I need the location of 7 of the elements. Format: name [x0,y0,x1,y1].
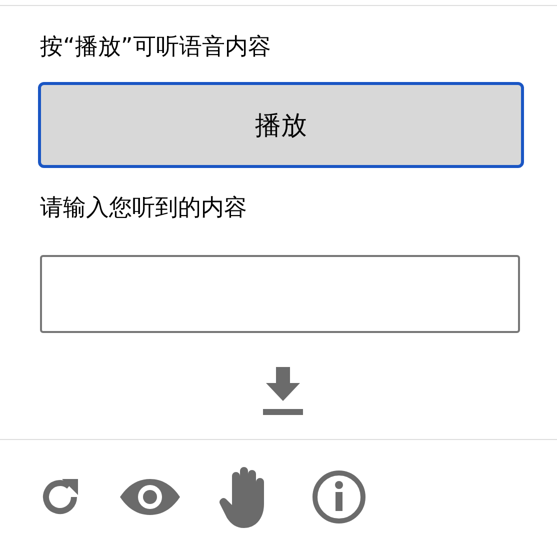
play-button[interactable]: 播放 [38,82,524,168]
answer-field[interactable] [40,255,520,333]
answer-label: 请输入您听到的内容 [40,194,247,223]
download-icon[interactable] [261,367,305,415]
instruction-text: 按“播放”可听语音内容 [40,33,271,62]
info-icon[interactable] [312,470,366,524]
eye-icon[interactable] [120,479,180,515]
